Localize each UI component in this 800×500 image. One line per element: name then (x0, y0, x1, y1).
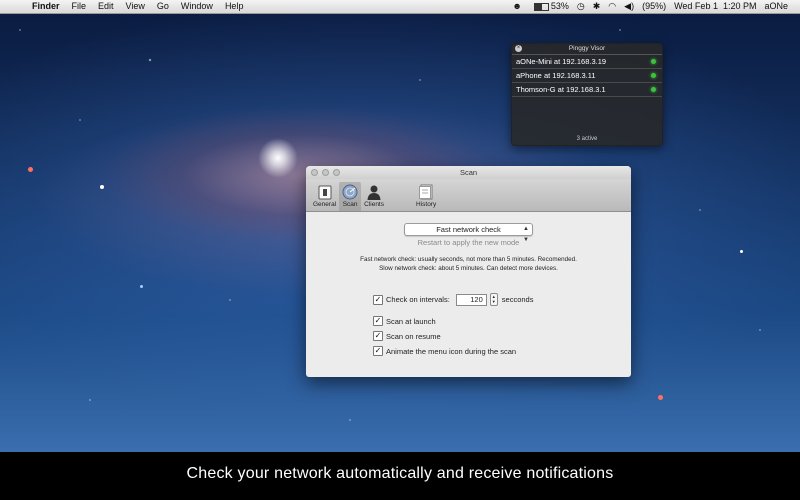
battery-status-icon[interactable]: 53% (526, 0, 573, 13)
battery-percent: 53% (550, 1, 569, 11)
menu-file[interactable]: File (66, 0, 93, 13)
wifi-icon[interactable]: ◠ (604, 0, 620, 13)
interval-unit: secconds (501, 295, 534, 304)
status-area: ☻ 53% ◷ ✱ ◠ ◀) (95%) Wed Feb 1 1:20 PM a… (508, 0, 800, 13)
menu-app-name[interactable]: Finder (26, 0, 66, 13)
general-icon (317, 184, 333, 200)
close-icon[interactable]: × (515, 45, 522, 52)
red-star (658, 395, 663, 400)
volume-percent: (95%) (642, 1, 667, 11)
tab-clients-label: Clients (364, 201, 384, 208)
scan-mode-select[interactable]: Fast network check ▲ ▼ (404, 223, 533, 243)
battery-level (534, 3, 542, 10)
host-row[interactable]: Thomson-G at 192.168.3.1 (512, 83, 662, 97)
clients-icon (366, 184, 382, 200)
online-status-icon (651, 73, 656, 78)
scan-on-resume-label: Scan on resume (386, 331, 441, 341)
scan-at-launch-label: Scan at launch (386, 316, 436, 326)
user-menu[interactable]: aONe (760, 0, 792, 13)
fast-check-description: Fast network check: usually seconds, not… (360, 256, 577, 263)
tab-history-label: History (416, 201, 437, 208)
scan-on-resume-checkbox[interactable]: ✓ (373, 331, 383, 341)
tab-general[interactable]: General (310, 182, 339, 211)
blue-star (140, 285, 143, 288)
host-row[interactable]: aPhone at 192.168.3.11 (512, 69, 662, 83)
time-machine-icon[interactable]: ◷ (573, 0, 589, 13)
bluetooth-icon[interactable]: ✱ (589, 0, 605, 13)
minimize-window-button[interactable] (322, 169, 329, 176)
red-star (28, 167, 33, 172)
zoom-window-button[interactable] (333, 169, 340, 176)
menu-edit[interactable]: Edit (92, 0, 120, 13)
white-star (100, 185, 104, 189)
tab-general-label: General (313, 201, 337, 208)
animate-icon-label: Animate the menu icon during the scan (386, 346, 517, 356)
window-controls (311, 169, 344, 176)
scan-mode-value: Fast network check (436, 225, 501, 234)
tab-history[interactable]: History (413, 182, 439, 211)
menu-window[interactable]: Window (175, 0, 219, 13)
galaxy-glow (258, 138, 298, 178)
host-label: aONe-Mini at 192.168.3.19 (516, 57, 607, 66)
preferences-toolbar: General Scan Clients History (306, 179, 631, 212)
online-status-icon (651, 59, 656, 64)
menu-bar: Finder File Edit View Go Window Help ☻ 5… (0, 0, 800, 14)
slow-check-description: Slow network check: about 5 minutes. Can… (379, 265, 558, 272)
volume-icon[interactable]: ◀) (620, 0, 638, 13)
menu-view[interactable]: View (120, 0, 151, 13)
menu-go[interactable]: Go (151, 0, 175, 13)
check-intervals-row: ✓ Check on intervals: 120 ▲ ▼ secconds (373, 293, 533, 306)
white-star (740, 250, 743, 253)
tab-scan-label: Scan (342, 201, 358, 208)
battery-icon (533, 2, 549, 11)
visor-titlebar: × Pinggy Visor (512, 44, 662, 55)
tab-clients[interactable]: Clients (361, 182, 387, 211)
active-count: 3 active (576, 136, 598, 142)
promo-caption: Check your network automatically and rec… (0, 452, 800, 500)
scan-settings-pane: Fast network check ▲ ▼ Restart to apply t… (306, 212, 631, 377)
close-window-button[interactable] (311, 169, 318, 176)
scan-at-launch-checkbox[interactable]: ✓ (373, 316, 383, 326)
restart-note: Restart to apply the new mode (417, 238, 520, 247)
scan-on-resume-row: ✓ Scan on resume (373, 331, 441, 341)
host-label: aPhone at 192.168.3.11 (516, 71, 596, 80)
tab-scan[interactable]: Scan (339, 182, 362, 211)
check-intervals-label: Check on intervals: (386, 295, 450, 304)
online-status-icon (651, 87, 656, 92)
host-row[interactable]: aONe-Mini at 192.168.3.19 (512, 55, 662, 69)
interval-stepper[interactable]: ▲ ▼ (489, 293, 498, 306)
check-intervals-checkbox[interactable]: ✓ (373, 294, 383, 305)
animate-icon-checkbox[interactable]: ✓ (373, 346, 383, 356)
scan-at-launch-row: ✓ Scan at launch (373, 316, 436, 326)
visor-title: Pinggy Visor (568, 45, 606, 52)
window-title: Scan (459, 168, 478, 177)
pinggy-visor-panel: × Pinggy Visor aONe-Mini at 192.168.3.19… (511, 43, 663, 146)
window-titlebar[interactable]: Scan (306, 166, 631, 179)
host-label: Thomson-G at 192.168.3.1 (516, 85, 606, 94)
menu-help[interactable]: Help (219, 0, 250, 13)
animate-icon-row: ✓ Animate the menu icon during the scan (373, 346, 516, 356)
interval-input[interactable]: 120 (455, 293, 487, 306)
history-icon (418, 184, 434, 200)
clock[interactable]: Wed Feb 1 1:20 PM (670, 0, 760, 13)
scan-preferences-window: Scan General Scan Clients History Fast n… (306, 166, 631, 377)
pinggy-status-icon[interactable]: ☻ (508, 0, 525, 13)
scan-radar-icon (342, 184, 358, 200)
